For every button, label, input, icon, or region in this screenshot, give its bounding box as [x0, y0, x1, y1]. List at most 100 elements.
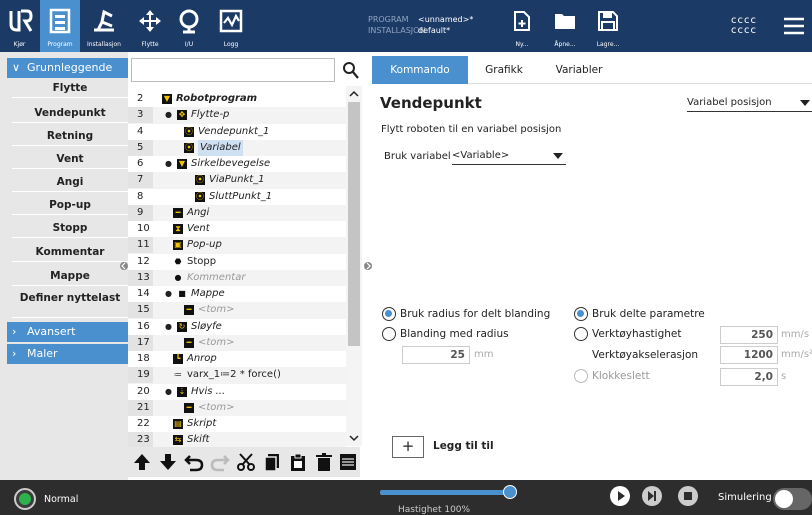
category-advanced[interactable]: › Avansert: [7, 322, 128, 342]
installation-icon: [94, 9, 114, 32]
node-move[interactable]: Flytte: [12, 78, 128, 98]
tree-node[interactable]: 12 ⬣ Stopp: [128, 254, 346, 270]
nav-installation-button[interactable]: Installasjon: [84, 0, 124, 52]
simulation-toggle[interactable]: [773, 488, 812, 510]
node-stop[interactable]: Stopp: [12, 218, 128, 238]
tree-node[interactable]: 10 ⧗ Vent: [128, 221, 346, 237]
popup-icon: ▣: [173, 240, 183, 251]
tree-node-label: Pop-up: [187, 239, 222, 251]
expand-toggle-icon[interactable]: ●: [165, 156, 172, 172]
time-radio[interactable]: [574, 369, 588, 383]
tree-node[interactable]: 4 ⦿ Vendepunkt_1: [128, 124, 346, 140]
nav-run-button[interactable]: Kjør: [0, 0, 39, 52]
tree-node[interactable]: 15 ━ <tom>: [128, 302, 346, 319]
node-wait[interactable]: Vent: [12, 149, 128, 169]
expand-toggle-icon[interactable]: ●: [165, 319, 172, 335]
paste-icon[interactable]: [288, 452, 308, 472]
blend-radius-radio[interactable]: [382, 327, 396, 341]
tool-speed-field[interactable]: 250: [720, 326, 778, 344]
copy-icon[interactable]: [262, 452, 282, 472]
tree-node[interactable]: 2 ▼ Robotprogram: [128, 91, 346, 107]
nav-move-button[interactable]: Flytte: [130, 0, 170, 52]
shared-params-radio[interactable]: [574, 307, 588, 321]
undo-icon[interactable]: [184, 452, 204, 472]
stop-button[interactable]: [678, 486, 698, 506]
node-popup[interactable]: Pop-up: [12, 195, 128, 215]
line-number: 12: [137, 255, 150, 267]
play-button[interactable]: [610, 486, 630, 506]
open-file-button[interactable]: Åpne...: [546, 0, 584, 52]
node-comment[interactable]: Kommentar: [12, 242, 128, 262]
hamburger-menu-icon[interactable]: [783, 16, 805, 36]
node-set[interactable]: Angi: [12, 172, 128, 192]
collapse-right-icon[interactable]: [364, 260, 372, 272]
tree-node[interactable]: 22 ▤ Skript: [128, 416, 346, 432]
tree-node[interactable]: 20 ● ⇣ Hvis ...: [128, 384, 346, 400]
move-down-icon[interactable]: [158, 452, 178, 472]
tab-graphics[interactable]: Grafikk: [474, 58, 534, 84]
expand-toggle-icon[interactable]: ●: [165, 286, 172, 302]
tool-accel-field[interactable]: 1200: [720, 346, 778, 364]
tab-command[interactable]: Kommando: [372, 56, 468, 84]
nav-log-button[interactable]: Logg: [212, 0, 250, 52]
open-file-label: Åpne...: [554, 41, 576, 48]
category-basic[interactable]: ∨ Grunnleggende: [7, 58, 128, 78]
tree-node[interactable]: 19 ≔ varx_1≔2 * force(): [128, 367, 346, 384]
search-icon[interactable]: [342, 60, 360, 80]
step-button[interactable]: [642, 486, 662, 506]
tree-node[interactable]: 14 ● ■ Mappe: [128, 286, 346, 302]
tree-node[interactable]: 7 ⦿ ViaPunkt_1: [128, 172, 346, 189]
tree-node[interactable]: 16 ● ↻ Sløyfe: [128, 319, 346, 335]
search-input[interactable]: [131, 58, 335, 82]
delete-icon[interactable]: [314, 452, 334, 472]
expand-toggle-icon[interactable]: ●: [165, 384, 172, 400]
new-file-button[interactable]: Ny...: [503, 0, 541, 52]
shared-blend-radio[interactable]: [382, 307, 396, 321]
expand-toggle-icon[interactable]: ●: [165, 107, 172, 123]
category-templates[interactable]: › Maler: [7, 344, 128, 364]
tree-node[interactable]: 11 ▣ Pop-up: [128, 237, 346, 254]
move-up-icon[interactable]: [132, 452, 152, 472]
node-waypoint[interactable]: Vendepunkt: [12, 103, 128, 123]
nav-program-button[interactable]: Program: [40, 0, 80, 52]
tree-node-label: Stopp: [187, 255, 217, 267]
node-folder[interactable]: Mappe: [12, 266, 128, 286]
io-icon: [179, 9, 199, 34]
node-direction[interactable]: Retning: [12, 126, 128, 146]
tree-scrollbar-thumb[interactable]: [348, 102, 360, 346]
tree-node[interactable]: 21 ━ <tom>: [128, 399, 346, 416]
tree-node[interactable]: 8 ⦿ SluttPunkt_1: [128, 189, 346, 205]
nav-io-button[interactable]: I/U: [170, 0, 208, 52]
tree-node-label: Flytte-p: [191, 109, 230, 121]
tree-node[interactable]: 13 ● Kommentar: [128, 269, 346, 286]
tree-node[interactable]: 3 ● ✥ Flytte-p: [128, 107, 346, 124]
shared-params-label: Bruk delte parametre: [592, 308, 705, 320]
tree-node[interactable]: 18 ┗ Anrop: [128, 351, 346, 367]
empty-icon: ━: [184, 305, 194, 316]
save-file-label: Lagre...: [596, 41, 620, 48]
tab-variables[interactable]: Variabler: [546, 58, 612, 84]
cut-icon[interactable]: [236, 452, 256, 472]
scroll-down-icon[interactable]: [349, 434, 359, 442]
tree-node[interactable]: 5 ⦿ Variabel: [128, 139, 346, 156]
tree-node[interactable]: 17 ━ <tom>: [128, 334, 346, 351]
blend-radius-field[interactable]: 25: [402, 346, 470, 364]
scroll-up-icon[interactable]: [349, 90, 359, 98]
tree-node[interactable]: 9 ━ Angi: [128, 204, 346, 221]
suppress-icon[interactable]: [338, 452, 358, 472]
hourglass-icon: ⧗: [173, 224, 183, 234]
collapse-left-icon[interactable]: [120, 260, 128, 272]
time-field[interactable]: 2,0: [720, 368, 778, 386]
save-file-button[interactable]: Lagre...: [589, 0, 627, 52]
speed-slider-handle[interactable]: [503, 485, 517, 499]
tree-node[interactable]: 6 ● ▼ Sirkelbevegelse: [128, 156, 346, 172]
nav-run-label: Kjør: [13, 41, 26, 48]
tool-speed-radio[interactable]: [574, 327, 588, 341]
node-set-payload[interactable]: Definer nyttelast: [12, 290, 128, 318]
power-button[interactable]: [14, 488, 36, 510]
variable-select[interactable]: <Variable>: [452, 147, 566, 165]
redo-icon[interactable]: [210, 452, 230, 472]
waypoint-type-select[interactable]: Variabel posisjon: [687, 94, 812, 112]
add-button[interactable]: +: [392, 436, 424, 458]
simulation-label: Simulering: [718, 492, 772, 503]
